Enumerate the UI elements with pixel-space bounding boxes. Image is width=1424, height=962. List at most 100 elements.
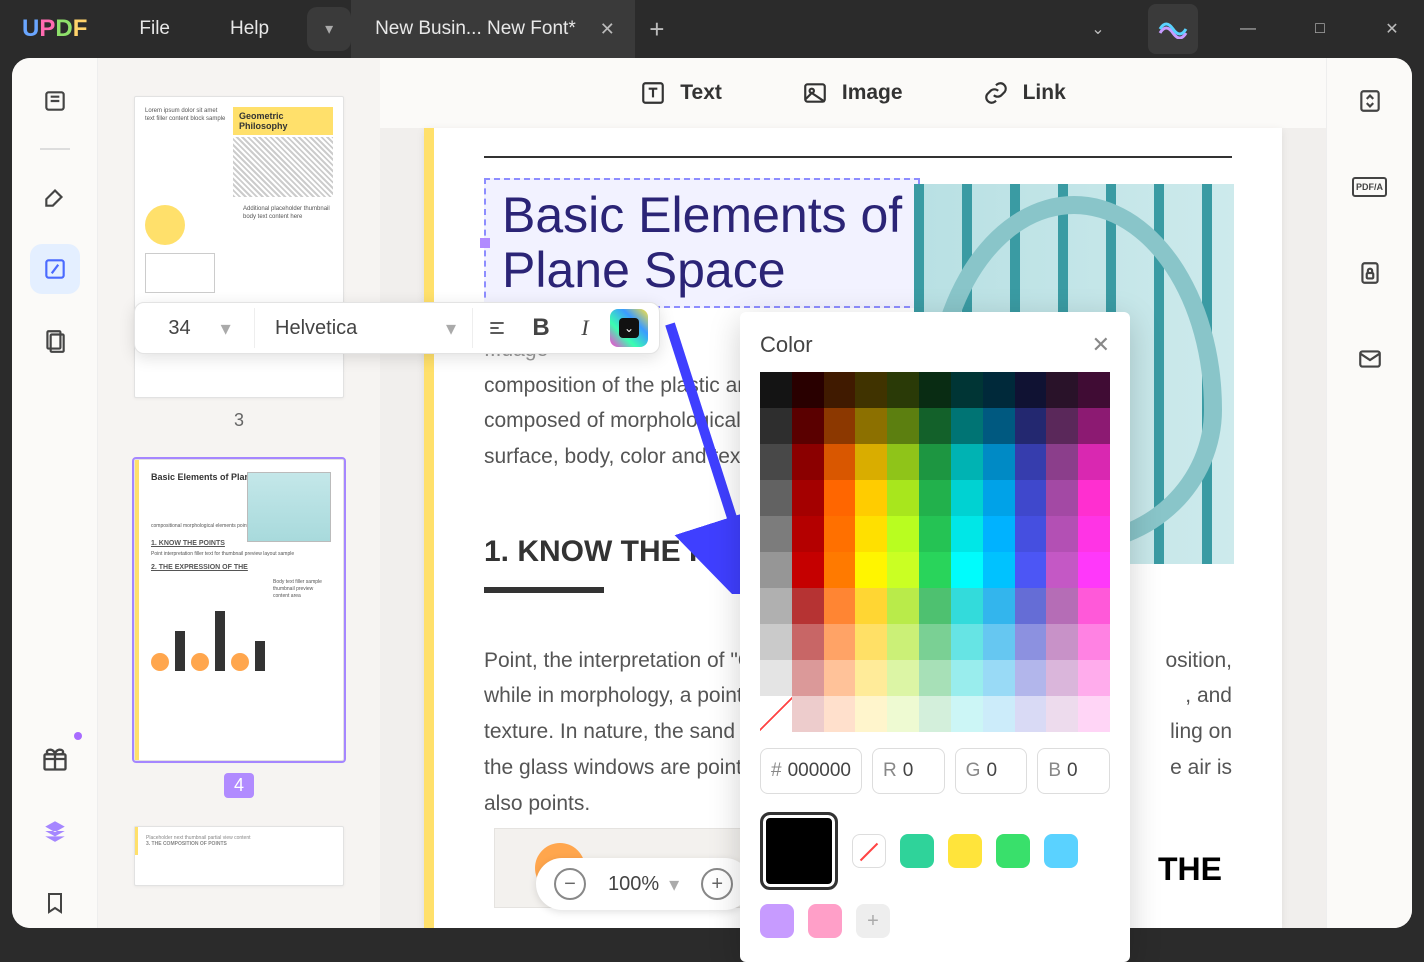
color-cell[interactable] — [983, 444, 1015, 480]
color-cell[interactable] — [951, 480, 983, 516]
color-cell[interactable] — [824, 444, 856, 480]
color-cell[interactable] — [919, 408, 951, 444]
edit-text-icon[interactable] — [30, 244, 80, 294]
color-cell[interactable] — [824, 588, 856, 624]
color-cell[interactable] — [824, 552, 856, 588]
close-color-picker-icon[interactable]: ✕ — [1092, 332, 1110, 358]
b-input[interactable]: B0 — [1037, 748, 1110, 794]
text-selection-box[interactable]: Basic Elements of Plane Space — [484, 178, 920, 308]
color-cell[interactable] — [1046, 516, 1078, 552]
color-cell[interactable] — [824, 408, 856, 444]
thumbnail-page-4[interactable]: Basic Elements of Plane Space compositio… — [134, 459, 344, 761]
zoom-out-button[interactable]: − — [554, 868, 586, 900]
color-cell[interactable] — [1078, 444, 1110, 480]
color-cell[interactable] — [983, 516, 1015, 552]
align-icon[interactable] — [477, 308, 517, 348]
color-cell[interactable] — [983, 624, 1015, 660]
color-cell[interactable] — [760, 552, 792, 588]
color-cell[interactable] — [951, 444, 983, 480]
zoom-in-button[interactable]: + — [701, 868, 733, 900]
color-cell[interactable] — [855, 696, 887, 732]
font-color-button[interactable]: ⌄ — [609, 308, 649, 348]
color-cell[interactable] — [887, 372, 919, 408]
color-cell[interactable] — [792, 408, 824, 444]
document-tab[interactable]: New Busin... New Font* ✕ — [351, 0, 635, 58]
color-cell[interactable] — [824, 624, 856, 660]
color-cell[interactable] — [919, 444, 951, 480]
color-cell[interactable] — [824, 372, 856, 408]
color-cell[interactable] — [919, 372, 951, 408]
color-cell[interactable] — [951, 696, 983, 732]
color-cell[interactable] — [824, 660, 856, 696]
color-cell[interactable] — [1046, 480, 1078, 516]
close-tab-icon[interactable]: ✕ — [600, 19, 615, 40]
color-grid[interactable] — [760, 372, 1110, 732]
menu-file[interactable]: File — [109, 0, 200, 58]
color-cell[interactable] — [919, 552, 951, 588]
color-cell[interactable] — [824, 516, 856, 552]
color-cell[interactable] — [951, 516, 983, 552]
color-cell[interactable] — [887, 444, 919, 480]
color-cell[interactable] — [1015, 444, 1047, 480]
color-cell[interactable] — [983, 372, 1015, 408]
recent-color-swatch[interactable] — [808, 904, 842, 938]
color-cell[interactable] — [1078, 696, 1110, 732]
color-cell[interactable] — [919, 696, 951, 732]
color-cell[interactable] — [919, 480, 951, 516]
page-heading-line1[interactable]: Basic Elements of — [502, 188, 902, 243]
color-cell[interactable] — [760, 372, 792, 408]
color-cell[interactable] — [951, 552, 983, 588]
color-cell[interactable] — [792, 660, 824, 696]
color-cell[interactable] — [760, 624, 792, 660]
color-cell[interactable] — [760, 588, 792, 624]
color-cell[interactable] — [1046, 588, 1078, 624]
color-cell[interactable] — [983, 696, 1015, 732]
thumbnail-page-5[interactable]: Placeholder next thumbnail partial view … — [134, 826, 344, 886]
color-cell[interactable] — [792, 372, 824, 408]
color-cell[interactable] — [760, 444, 792, 480]
color-cell[interactable] — [855, 444, 887, 480]
reader-mode-icon[interactable] — [30, 76, 80, 126]
close-window-icon[interactable]: ✕ — [1370, 7, 1414, 51]
color-cell[interactable] — [1078, 660, 1110, 696]
zoom-value[interactable]: 100%▾ — [608, 872, 679, 897]
convert-icon[interactable] — [1345, 76, 1395, 126]
color-cell[interactable] — [760, 516, 792, 552]
color-cell[interactable] — [951, 588, 983, 624]
color-cell[interactable] — [983, 408, 1015, 444]
new-tab-button[interactable]: + — [635, 14, 679, 45]
color-cell[interactable] — [919, 516, 951, 552]
color-cell[interactable] — [760, 408, 792, 444]
color-cell[interactable] — [760, 660, 792, 696]
menu-help[interactable]: Help — [200, 0, 299, 58]
color-cell[interactable] — [1078, 516, 1110, 552]
no-color-swatch[interactable] — [852, 834, 886, 868]
pages-icon[interactable] — [30, 316, 80, 366]
pdfa-icon[interactable]: PDF/A — [1345, 162, 1395, 212]
color-cell[interactable] — [887, 660, 919, 696]
chevron-down-icon[interactable]: ⌄ — [1076, 7, 1120, 51]
color-cell[interactable] — [1046, 372, 1078, 408]
color-cell[interactable] — [983, 480, 1015, 516]
color-cell[interactable] — [887, 588, 919, 624]
color-cell[interactable] — [1046, 444, 1078, 480]
color-cell[interactable] — [792, 552, 824, 588]
add-swatch-button[interactable]: + — [856, 904, 890, 938]
hex-input[interactable]: #000000 — [760, 748, 862, 794]
color-cell[interactable] — [887, 696, 919, 732]
color-cell[interactable] — [1078, 408, 1110, 444]
font-size-select[interactable]: 34▾ — [145, 308, 255, 348]
color-cell[interactable] — [760, 696, 792, 732]
color-cell[interactable] — [1046, 624, 1078, 660]
bookmark-icon[interactable] — [30, 878, 80, 928]
color-cell[interactable] — [792, 624, 824, 660]
recent-color-swatch[interactable] — [900, 834, 934, 868]
color-cell[interactable] — [824, 696, 856, 732]
color-cell[interactable] — [887, 408, 919, 444]
recent-color-swatch[interactable] — [760, 904, 794, 938]
recent-color-swatch[interactable] — [996, 834, 1030, 868]
color-cell[interactable] — [792, 588, 824, 624]
color-cell[interactable] — [1046, 552, 1078, 588]
color-cell[interactable] — [760, 480, 792, 516]
color-cell[interactable] — [1015, 408, 1047, 444]
